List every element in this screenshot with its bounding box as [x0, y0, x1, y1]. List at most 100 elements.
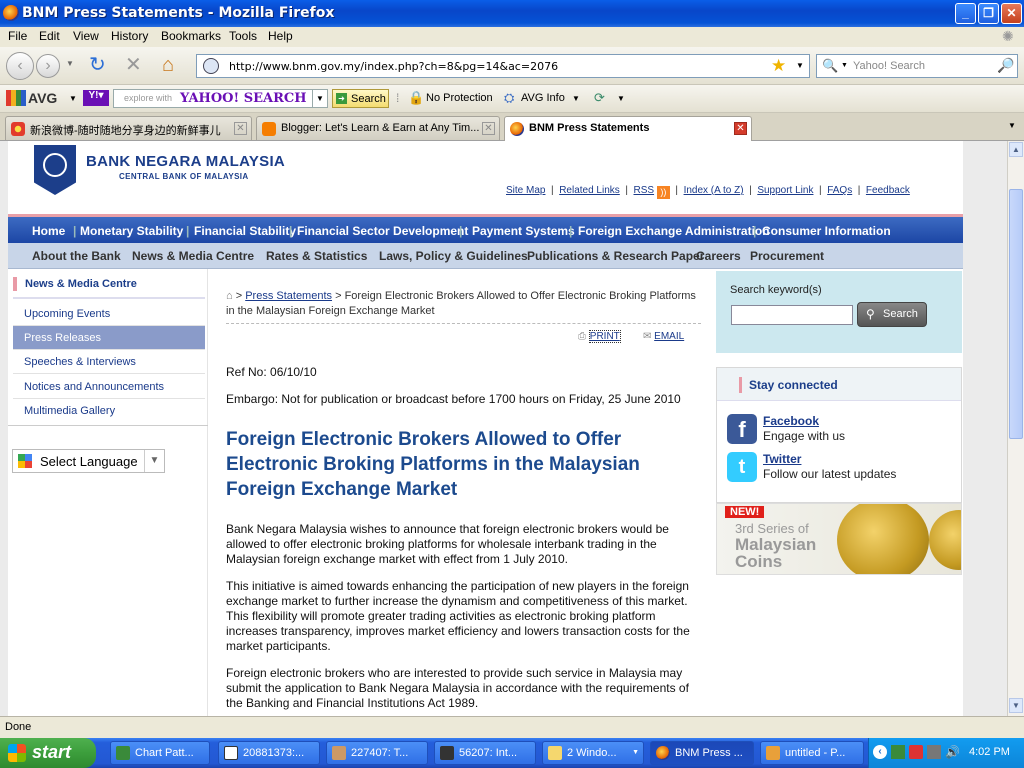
sidebar-item-multimedia[interactable]: Multimedia Gallery — [13, 399, 205, 423]
avg-label[interactable]: AVG — [28, 90, 57, 106]
link-rss[interactable]: RSS — [634, 185, 655, 196]
breadcrumb-press-statements[interactable]: Press Statements — [245, 290, 332, 302]
tab-weibo[interactable]: 新浪微博-随时随地分享身边的新鲜事儿 ✕ — [5, 116, 252, 140]
history-dropdown-icon[interactable]: ▼ — [66, 59, 74, 68]
firefox-icon — [3, 5, 19, 21]
close-tab-icon[interactable]: ✕ — [734, 122, 747, 135]
nav-monetary-stability[interactable]: Monetary Stability — [80, 224, 183, 238]
subnav-news-media[interactable]: News & Media Centre — [132, 249, 254, 263]
task-paint[interactable]: untitled - P... — [760, 741, 864, 765]
close-tab-icon[interactable]: ✕ — [234, 122, 247, 135]
yahoo-dropdown-icon[interactable]: ▼ — [312, 90, 327, 107]
tray-app-icon[interactable] — [891, 745, 905, 759]
nav-foreign-exchange[interactable]: Foreign Exchange Administration — [578, 224, 770, 238]
tray-network-icon[interactable] — [927, 745, 941, 759]
print-link[interactable]: ⎙ PRINT — [578, 330, 621, 343]
select-language-dropdown[interactable]: Select Language ▼ — [12, 449, 165, 473]
subnav-about[interactable]: About the Bank — [32, 249, 121, 263]
menu-help[interactable]: Help — [268, 29, 293, 43]
link-feedback[interactable]: Feedback — [866, 185, 910, 196]
forward-button[interactable]: › — [36, 54, 60, 78]
subnav-procurement[interactable]: Procurement — [750, 249, 824, 263]
start-button[interactable]: start — [0, 738, 96, 768]
reload-icon[interactable]: ↻ — [89, 55, 106, 75]
yahoo-search-input[interactable]: explore with YAHOO! SEARCH ▼ — [113, 89, 328, 108]
back-button[interactable]: ‹ — [6, 52, 34, 80]
search-bar[interactable]: 🔍 ▼ Yahoo! Search 🔎 — [816, 54, 1018, 78]
subnav-rates[interactable]: Rates & Statistics — [266, 249, 367, 263]
toolbar-dropdown-icon[interactable]: ▼ — [617, 94, 625, 103]
sidebar-item-press-releases[interactable]: Press Releases — [13, 326, 205, 350]
maximize-button[interactable]: ❐ — [978, 3, 999, 24]
link-index[interactable]: Index (A to Z) — [684, 185, 744, 196]
sidebar-item-notices[interactable]: Notices and Announcements — [13, 375, 205, 399]
tray-volume-icon[interactable]: 🔊 — [945, 745, 960, 759]
tab-bnm[interactable]: BNM Press Statements ✕ — [504, 116, 752, 141]
nav-financial-sector-development[interactable]: Financial Sector Development — [297, 224, 468, 238]
task-20881373[interactable]: 20881373:... — [218, 741, 320, 765]
task-bnm-press[interactable]: BNM Press ... — [650, 741, 754, 765]
scroll-down-button[interactable]: ▼ — [1009, 698, 1023, 713]
stop-icon[interactable]: ✕ — [125, 55, 142, 75]
subnav-publications[interactable]: Publications & Research Paper — [527, 249, 704, 263]
search-engine-icon[interactable]: 🔍 — [822, 58, 838, 74]
protection-status[interactable]: No Protection — [426, 92, 493, 104]
nav-payment-systems[interactable]: Payment Systems — [472, 224, 575, 238]
avg-dropdown-icon[interactable]: ▼ — [69, 94, 77, 103]
search-engine-dropdown-icon[interactable]: ▼ — [841, 62, 848, 69]
tab-blogger[interactable]: Blogger: Let's Learn & Earn at Any Tim..… — [256, 116, 500, 140]
facebook-link[interactable]: Facebook — [763, 414, 819, 428]
scroll-thumb[interactable] — [1009, 189, 1023, 439]
task-227407[interactable]: 227407: T... — [326, 741, 428, 765]
menu-bookmarks[interactable]: Bookmarks — [161, 29, 221, 43]
url-bar[interactable]: http://www.bnm.gov.my/index.php?ch=8&pg=… — [196, 54, 810, 78]
avg-info-dropdown-icon[interactable]: ▼ — [572, 94, 580, 103]
task-chart-patt[interactable]: Chart Patt... — [110, 741, 210, 765]
sidebar-item-upcoming-events[interactable]: Upcoming Events — [13, 302, 205, 326]
link-support[interactable]: Support Link — [757, 185, 813, 196]
tray-expand-icon[interactable]: ‹ — [873, 745, 887, 759]
task-56207[interactable]: 56207: Int... — [434, 741, 536, 765]
twitter-icon[interactable]: t — [727, 452, 757, 482]
url-dropdown-icon[interactable]: ▼ — [796, 61, 804, 70]
scroll-up-button[interactable]: ▲ — [1009, 142, 1023, 157]
sidebar-item-speeches[interactable]: Speeches & Interviews — [13, 350, 205, 374]
menu-view[interactable]: View — [73, 29, 99, 43]
close-tab-icon[interactable]: ✕ — [482, 122, 495, 135]
link-faqs[interactable]: FAQs — [827, 185, 852, 196]
menu-file[interactable]: File — [8, 29, 27, 43]
email-link[interactable]: ✉ EMAIL — [643, 331, 684, 342]
task-windows-explorer[interactable]: 2 Windo... ▼ — [542, 741, 644, 765]
twitter-link[interactable]: Twitter — [763, 452, 801, 466]
menu-edit[interactable]: Edit — [39, 29, 60, 43]
search-go-icon[interactable]: 🔎 — [997, 57, 1014, 74]
menu-tools[interactable]: Tools — [229, 29, 257, 43]
link-related-links[interactable]: Related Links — [559, 185, 620, 196]
avg-info[interactable]: AVG Info — [521, 92, 565, 104]
nav-financial-stability[interactable]: Financial Stability — [194, 224, 296, 238]
nav-consumer-information[interactable]: Consumer Information — [762, 224, 891, 238]
home-icon[interactable]: ⌂ — [162, 55, 174, 75]
clock[interactable]: 4:02 PM — [969, 746, 1010, 758]
subnav-laws[interactable]: Laws, Policy & Guidelines — [379, 249, 528, 263]
avg-search-button[interactable]: ➜ Search — [332, 89, 389, 108]
subnav-careers[interactable]: Careers — [696, 249, 741, 263]
vertical-scrollbar[interactable]: ▲ ▼ — [1007, 141, 1024, 716]
rss-icon[interactable]: )) — [656, 186, 670, 199]
close-window-button[interactable]: ✕ — [1001, 3, 1022, 24]
bookmark-star-icon[interactable]: ★ — [771, 56, 786, 76]
menu-history[interactable]: History — [111, 29, 148, 43]
tab-list-icon[interactable]: ▼ — [1008, 121, 1016, 130]
site-identity-icon[interactable] — [203, 58, 219, 74]
minimize-button[interactable]: _ — [955, 3, 976, 24]
keyword-search-input[interactable] — [731, 305, 853, 325]
yahoo-icon[interactable]: Y!▾ — [83, 90, 109, 106]
tray-acrobat-icon[interactable] — [909, 745, 923, 759]
keyword-search-button[interactable]: ⚲ Search — [857, 302, 927, 327]
facebook-icon[interactable]: f — [727, 414, 757, 444]
home-icon[interactable]: ⌂ — [226, 290, 233, 302]
nav-home[interactable]: Home — [32, 224, 65, 238]
coins-banner[interactable]: NEW! 3rd Series of Malaysian Coins — [716, 503, 962, 575]
refresh-toolbar-icon[interactable]: ⟳ — [594, 90, 605, 106]
link-site-map[interactable]: Site Map — [506, 185, 545, 196]
